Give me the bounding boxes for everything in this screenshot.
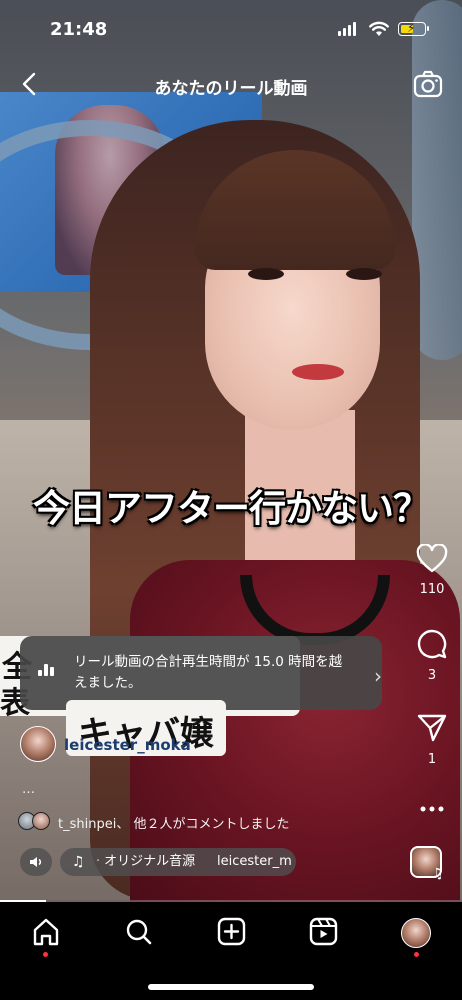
header-bar: あなたのリール動画 bbox=[0, 64, 462, 104]
wifi-icon bbox=[369, 21, 389, 36]
milestone-toast[interactable]: リール動画の合計再生時間が 15.0 時間を越えました。 › bbox=[20, 636, 382, 710]
status-time: 21:48 bbox=[50, 19, 108, 40]
nav-profile[interactable] bbox=[397, 916, 437, 957]
plus-square-icon bbox=[217, 917, 246, 946]
comment-button[interactable]: 3 bbox=[402, 628, 462, 683]
comment-icon bbox=[417, 629, 447, 659]
status-bar: 21:48 ⚡ bbox=[0, 0, 462, 60]
charging-bolt-icon: ⚡ bbox=[407, 21, 416, 35]
subject-eye-left bbox=[248, 268, 284, 280]
like-count: 110 bbox=[419, 582, 445, 597]
nav-home[interactable] bbox=[26, 916, 66, 957]
subject-eye-right bbox=[346, 268, 382, 280]
reel-video[interactable] bbox=[0, 0, 462, 902]
audio-track-pill[interactable]: ♫ · オリジナル音源 leicester_m bbox=[60, 848, 296, 876]
comment-summary-text: t_shinpei、 他２人がコメントしました bbox=[58, 817, 290, 832]
audio-user: leicester_m bbox=[217, 854, 292, 869]
more-button[interactable] bbox=[402, 798, 462, 817]
notification-dot bbox=[414, 952, 419, 957]
heart-icon bbox=[416, 543, 448, 573]
share-button[interactable]: 1 bbox=[402, 712, 462, 767]
send-icon bbox=[417, 714, 447, 742]
nav-search[interactable] bbox=[119, 916, 159, 956]
share-count: 1 bbox=[427, 752, 437, 767]
author-username[interactable]: leicester_moka bbox=[64, 736, 191, 754]
audio-name: · オリジナル音源 bbox=[96, 854, 196, 869]
music-note-icon: ♫ bbox=[431, 866, 444, 882]
toast-message: リール動画の合計再生時間が 15.0 時間を越えました。 bbox=[74, 654, 343, 691]
music-note-icon: ♫ bbox=[72, 854, 85, 870]
caption-more[interactable]: … bbox=[22, 782, 35, 797]
chevron-right-icon: › bbox=[374, 664, 382, 688]
camera-icon[interactable] bbox=[413, 70, 443, 98]
battery-icon: ⚡ bbox=[398, 21, 429, 36]
profile-avatar bbox=[401, 918, 431, 948]
notification-dot bbox=[43, 952, 48, 957]
avatar[interactable] bbox=[20, 726, 56, 762]
video-caption: 今日アフター行かない？ bbox=[33, 486, 430, 530]
reels-icon bbox=[309, 917, 338, 946]
nav-reels[interactable] bbox=[303, 916, 343, 956]
more-icon bbox=[420, 806, 444, 812]
insights-icon bbox=[38, 664, 54, 676]
commenter-avatar bbox=[32, 812, 50, 830]
comment-count: 3 bbox=[427, 668, 437, 683]
home-indicator[interactable] bbox=[148, 984, 314, 990]
page-title: あなたのリール動画 bbox=[154, 79, 308, 99]
subject-lips bbox=[292, 364, 344, 380]
search-icon bbox=[126, 919, 152, 945]
like-button[interactable]: 110 bbox=[402, 543, 462, 597]
cellular-signal-icon bbox=[338, 22, 356, 36]
speaker-icon[interactable] bbox=[20, 848, 52, 876]
nav-create[interactable] bbox=[211, 916, 251, 956]
home-icon bbox=[33, 918, 59, 946]
